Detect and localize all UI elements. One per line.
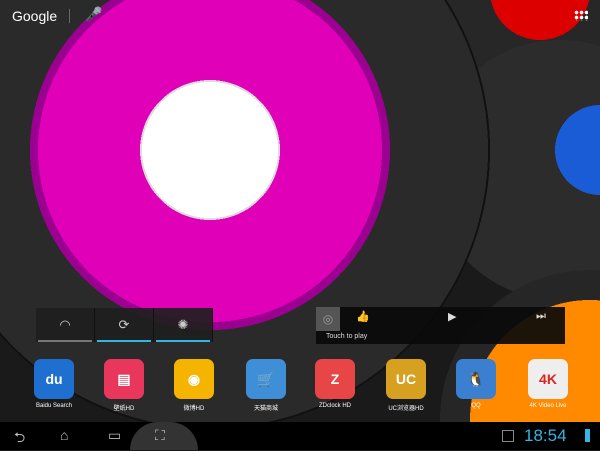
app-label: 壁纸HD [113,406,135,412]
battery-icon [585,429,590,442]
recent-apps-button[interactable]: ▭ [108,427,121,444]
app-icon-7[interactable]: 4K 4K Video Live [518,359,578,409]
search-bar[interactable]: Google 🎤 [0,0,600,32]
app-label: Baidu Search [35,403,73,409]
screenshot-button[interactable]: ⛶ [155,427,165,444]
app-icon-4[interactable]: Z ZDclock HD [305,359,365,409]
app-icon-0[interactable]: du Baidu Search [24,359,84,409]
app-glyph-icon: UC [386,359,426,399]
screenshot-notification-icon[interactable] [502,430,514,442]
clock[interactable]: 18:54 [524,426,567,446]
app-glyph-icon: 🐧 [456,359,496,399]
app-icon-6[interactable]: 🐧 QQ [446,359,506,409]
music-widget: ◎ 👍 ▶ ⏭ Touch to play [316,307,565,344]
next-button[interactable]: ⏭ [536,310,546,323]
wallpaper [0,0,600,450]
mic-icon[interactable]: 🎤 [85,6,102,23]
app-icon-1[interactable]: ▤ 壁纸HD [94,359,154,412]
app-label: 4K Video Live [529,403,567,409]
app-glyph-icon: ▤ [104,359,144,399]
app-label: ZDclock HD [318,403,351,409]
music-status: Touch to play [326,333,368,340]
like-button[interactable]: 👍 [356,310,370,323]
app-icon-5[interactable]: UC UC浏览器HD [376,359,436,412]
app-glyph-icon: du [34,359,74,399]
play-button[interactable]: ▶ [448,310,456,323]
app-glyph-icon: 4K [528,359,568,399]
back-button[interactable]: ⮌ [14,427,25,451]
app-glyph-icon: 🛒 [246,359,286,399]
app-label: QQ [471,403,481,409]
all-apps-icon[interactable] [574,10,588,21]
app-label: 天猫商城 [253,406,278,412]
brightness-toggle[interactable]: ✺ [154,308,213,342]
sync-icon: ⟳ [118,317,130,332]
divider [69,9,70,23]
app-glyph-icon: ◉ [174,359,214,399]
app-icon-3[interactable]: 🛒 天猫商城 [236,359,296,412]
navigation-bar: ⮌ ⌂ ▭ ⛶ 18:54 [0,422,600,450]
wifi-toggle[interactable]: ◠ [36,308,95,342]
brightness-icon: ✺ [177,317,189,332]
app-icon-2[interactable]: ◉ 微博HD [164,359,224,412]
power-control-widget: ◠ ⟳ ✺ [36,308,213,342]
sync-toggle[interactable]: ⟳ [95,308,154,342]
app-label: UC浏览器HD [388,406,424,412]
wifi-icon: ◠ [59,317,71,332]
album-art-icon[interactable]: ◎ [316,307,340,331]
google-logo[interactable]: Google [12,8,57,24]
app-label: 微博HD [183,406,205,412]
app-glyph-icon: Z [315,359,355,399]
home-button[interactable]: ⌂ [60,427,68,443]
